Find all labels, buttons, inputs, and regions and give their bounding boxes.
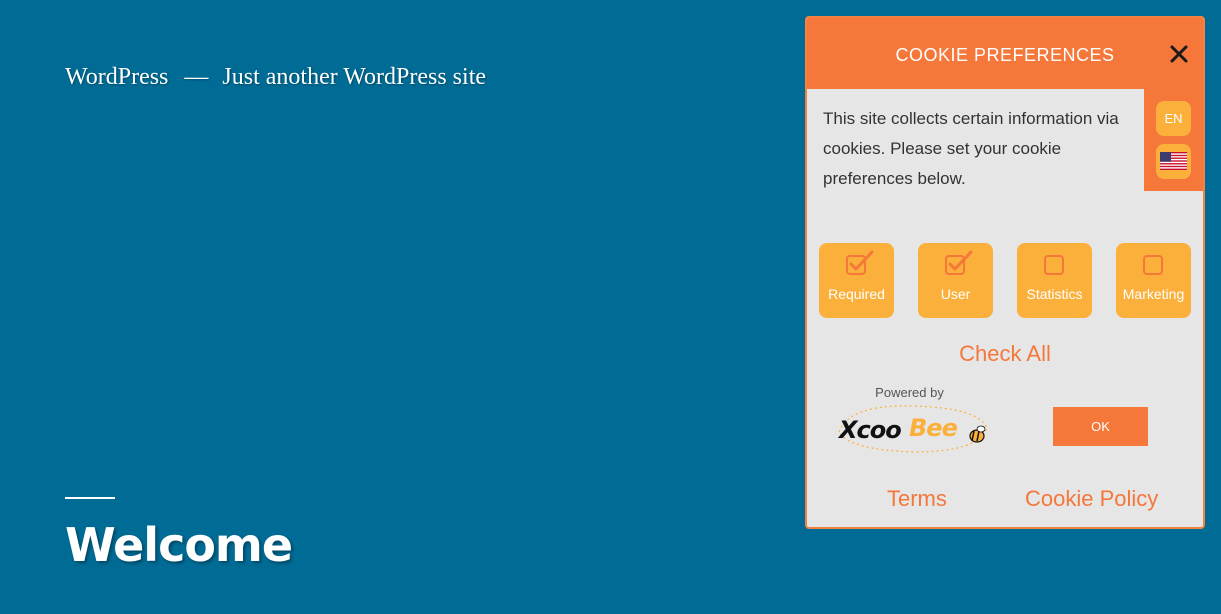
terms-link[interactable]: Terms	[887, 486, 947, 512]
checkbox-empty-icon	[1044, 255, 1064, 275]
heading-divider	[65, 497, 115, 499]
cookie-panel-header: COOKIE PREFERENCES	[807, 18, 1203, 89]
cookie-policy-link[interactable]: Cookie Policy	[1025, 486, 1158, 512]
site-tagline: Just another WordPress site	[222, 64, 487, 90]
cookie-intro-text: This site collects certain information v…	[823, 109, 1119, 188]
category-statistics-toggle[interactable]: Statistics	[1017, 243, 1092, 318]
cookie-panel-title: COOKIE PREFERENCES	[895, 45, 1115, 65]
svg-text:Xcoo: Xcoo	[837, 416, 901, 444]
svg-text:Bee: Bee	[909, 414, 958, 442]
category-label: Marketing	[1122, 286, 1185, 302]
category-required-toggle[interactable]: Required	[819, 243, 894, 318]
site-header: WordPress — Just another WordPress site	[65, 64, 486, 91]
category-user-toggle[interactable]: User	[918, 243, 993, 318]
checkbox-empty-icon	[1143, 255, 1163, 275]
ok-button[interactable]: OK	[1053, 407, 1148, 446]
category-label: User	[940, 286, 971, 302]
checkbox-checked-icon	[846, 250, 874, 275]
close-button[interactable]	[1165, 40, 1193, 68]
check-all-link[interactable]: Check All	[807, 341, 1203, 367]
close-icon	[1170, 45, 1188, 63]
us-flag-icon	[1160, 152, 1187, 170]
xcoobee-logo[interactable]: Xcoo Bee	[829, 402, 994, 454]
category-label: Statistics	[1026, 286, 1083, 302]
category-label: Required	[828, 286, 885, 302]
language-button[interactable]: EN	[1156, 101, 1191, 136]
cookie-preferences-panel: COOKIE PREFERENCES EN This site collects…	[805, 16, 1205, 529]
title-separator: —	[184, 64, 209, 90]
powered-by-label: Powered by	[875, 385, 944, 400]
flag-button[interactable]	[1156, 144, 1191, 179]
page-heading: Welcome	[65, 518, 293, 572]
site-title-link[interactable]: WordPress	[65, 64, 168, 90]
language-selector: EN	[1144, 89, 1203, 191]
category-marketing-toggle[interactable]: Marketing	[1116, 243, 1191, 318]
checkbox-checked-icon	[945, 250, 973, 275]
